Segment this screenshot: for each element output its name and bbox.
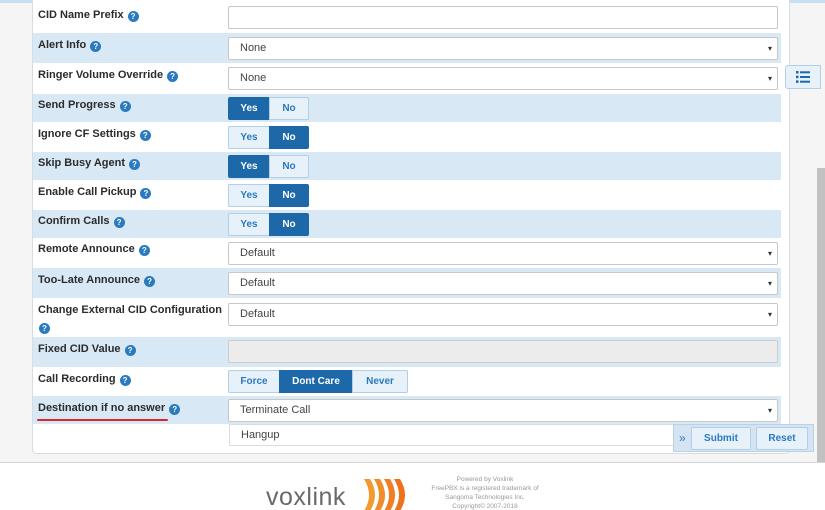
help-icon[interactable]: ? [139,130,151,141]
help-icon[interactable]: ? [113,217,125,228]
submit-button[interactable]: Submit [691,427,751,450]
label-fixed-cid: Fixed CID Value? [38,342,136,356]
destination-sub-select[interactable]: Hangup [229,424,689,446]
row-send-progress: Send Progress? [33,94,781,122]
logo-wordmark: voxlink [266,483,346,510]
help-icon[interactable]: ? [129,159,140,170]
row-skip-busy: Skip Busy Agent? [33,152,781,180]
scrollbar[interactable] [817,168,825,463]
call-recording-force[interactable]: Force [228,370,280,393]
label-confirm-calls: Confirm Calls? [38,214,125,228]
chevron-down-icon: ▾ [767,279,772,288]
chevron-down-icon: ▾ [767,249,772,258]
ringer-volume-select[interactable]: None ▾ [228,67,778,90]
help-icon[interactable]: ? [127,11,139,22]
label-call-recording: Call Recording? [38,372,131,386]
row-ignore-cf: Ignore CF Settings? [33,123,781,151]
confirm-calls-yes[interactable]: Yes [228,213,270,236]
reset-button[interactable]: Reset [756,427,808,450]
footer-credits: Powered by Voxlink FreePBX is a register… [431,476,539,510]
remote-announce-select[interactable]: Default ▾ [228,242,778,265]
help-icon[interactable]: ? [167,71,179,82]
ignore-cf-yes[interactable]: Yes [228,126,270,149]
label-ringer-volume: Ringer Volume Override? [38,68,179,82]
destination-select[interactable]: Terminate Call ▾ [228,399,778,422]
help-icon[interactable]: ? [39,323,50,334]
annotation-underline [37,419,168,421]
label-skip-busy: Skip Busy Agent? [38,156,140,170]
help-icon[interactable]: ? [140,188,152,199]
help-icon[interactable]: ? [90,41,102,52]
label-cid-name-prefix: CID Name Prefix? [38,8,139,22]
call-recording-toggle: Force Dont Care Never [228,370,408,393]
alert-info-select[interactable]: None ▾ [228,37,778,60]
collapse-chevron-icon[interactable]: » [679,431,686,445]
help-icon[interactable]: ? [144,276,156,287]
call-pickup-no[interactable]: No [269,184,309,207]
label-too-late-announce: Too-Late Announce? [38,273,156,287]
external-cid-select[interactable]: Default ▾ [228,303,778,326]
row-call-pickup: Enable Call Pickup? [33,181,781,209]
too-late-announce-select[interactable]: Default ▾ [228,272,778,295]
skip-busy-no[interactable]: No [269,155,309,178]
send-progress-yes[interactable]: Yes [228,97,270,120]
help-icon[interactable]: ? [119,375,131,386]
label-call-pickup: Enable Call Pickup? [38,185,152,199]
nav-list-button[interactable] [785,65,821,89]
confirm-calls-no[interactable]: No [269,213,309,236]
skip-busy-yes[interactable]: Yes [228,155,270,178]
label-destination: Destination if no answer? [38,401,181,415]
footer: voxlink Powered by Voxlink FreePBX is a … [0,462,825,510]
send-progress-toggle: Yes No [228,97,309,120]
fixed-cid-input [228,340,778,363]
ignore-cf-no[interactable]: No [269,126,309,149]
confirm-calls-toggle: Yes No [228,213,309,236]
skip-busy-toggle: Yes No [228,155,309,178]
call-pickup-toggle: Yes No [228,184,309,207]
call-recording-never[interactable]: Never [352,370,408,393]
label-remote-announce: Remote Announce? [38,242,150,256]
chevron-down-icon: ▾ [767,406,772,415]
label-send-progress: Send Progress? [38,98,131,112]
label-external-cid: Change External CID Configuration? [38,304,222,334]
call-pickup-yes[interactable]: Yes [228,184,270,207]
row-confirm-calls: Confirm Calls? [33,210,781,238]
call-recording-dont-care[interactable]: Dont Care [279,370,353,393]
chevron-down-icon: ▾ [767,74,772,83]
label-alert-info: Alert Info? [38,38,102,52]
help-icon[interactable]: ? [119,101,131,112]
cid-name-prefix-input[interactable] [228,6,778,29]
list-icon [796,71,810,83]
send-progress-no[interactable]: No [269,97,309,120]
ignore-cf-toggle: Yes No [228,126,309,149]
chevron-down-icon: ▾ [767,310,772,319]
help-icon[interactable]: ? [138,245,150,256]
label-ignore-cf: Ignore CF Settings? [38,127,151,141]
chevron-down-icon: ▾ [767,44,772,53]
help-icon[interactable]: ? [124,345,136,356]
help-icon[interactable]: ? [169,404,181,415]
